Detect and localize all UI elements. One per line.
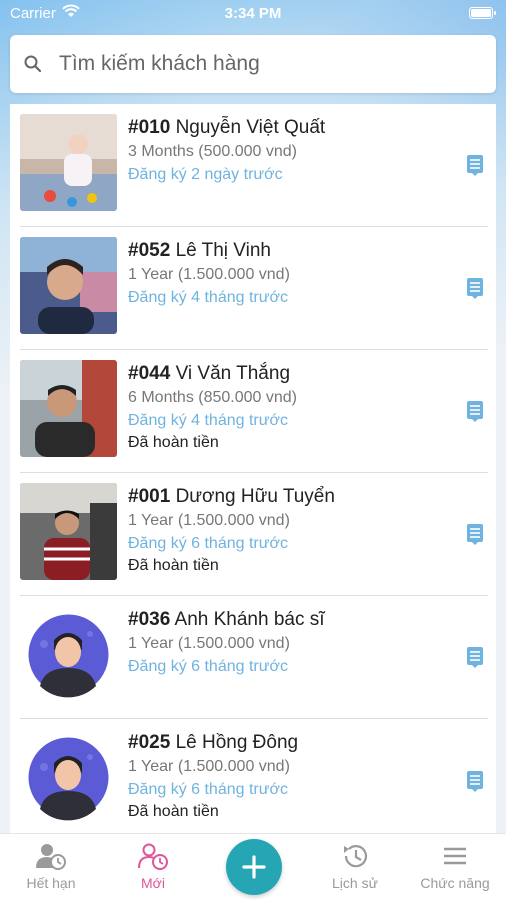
detail-list-icon[interactable] bbox=[466, 523, 484, 545]
customer-avatar bbox=[20, 360, 117, 457]
customer-registered: Đăng ký 2 ngày trước bbox=[128, 166, 283, 183]
default-avatar-icon bbox=[20, 606, 117, 703]
default-avatar-icon bbox=[20, 729, 117, 826]
customer-avatar bbox=[20, 483, 117, 580]
customer-id: #036 bbox=[128, 609, 171, 630]
customer-plan: 1 Year (1.500.000 vnd) bbox=[128, 266, 290, 283]
customer-name: Anh Khánh bác sĩ bbox=[174, 609, 325, 630]
customer-avatar bbox=[20, 114, 117, 211]
customer-row[interactable]: #044 Vi Văn Thắng 6 Months (850.000 vnd)… bbox=[20, 350, 488, 473]
tab-label: Mới bbox=[141, 875, 165, 891]
tab-label: Chức năng bbox=[420, 875, 490, 891]
customer-plan: 1 Year (1.500.000 vnd) bbox=[128, 635, 290, 652]
add-customer-button[interactable] bbox=[226, 839, 282, 895]
customer-id: #052 bbox=[128, 240, 171, 261]
status-time: 3:34 PM bbox=[224, 5, 282, 22]
detail-list-icon[interactable] bbox=[466, 277, 484, 299]
customer-plan: 1 Year (1.500.000 vnd) bbox=[128, 758, 290, 775]
customer-registered: Đăng ký 6 tháng trước bbox=[128, 535, 288, 552]
menu-icon bbox=[444, 847, 466, 865]
search-icon bbox=[24, 55, 42, 73]
tab-label: Hết hạn bbox=[26, 875, 76, 891]
customer-registered: Đăng ký 6 tháng trước bbox=[128, 658, 288, 675]
customer-row[interactable]: #010 Nguyễn Việt Quất 3 Months (500.000 … bbox=[20, 104, 488, 227]
bottom-tab-bar: Hết hạn Mới Lịch sử Chức năng bbox=[0, 833, 506, 900]
customer-name: Nguyễn Việt Quất bbox=[175, 117, 326, 138]
customer-id: #044 bbox=[128, 363, 171, 384]
detail-list-icon[interactable] bbox=[466, 646, 484, 668]
tab-new[interactable]: Mới bbox=[103, 842, 203, 891]
customer-name: Vi Văn Thắng bbox=[175, 363, 291, 384]
customer-row[interactable]: #036 Anh Khánh bác sĩ 1 Year (1.500.000 … bbox=[20, 596, 488, 719]
customer-id: #010 bbox=[128, 117, 171, 138]
customer-avatar bbox=[20, 237, 117, 334]
status-bar: Carrier 3:34 PM bbox=[0, 0, 506, 28]
plus-icon bbox=[242, 855, 266, 879]
customer-row[interactable]: #052 Lê Thị Vinh 1 Year (1.500.000 vnd) … bbox=[20, 227, 488, 350]
customer-plan: 1 Year (1.500.000 vnd) bbox=[128, 512, 290, 529]
customer-list[interactable]: #010 Nguyễn Việt Quất 3 Months (500.000 … bbox=[10, 104, 496, 833]
customer-name: Lê Hồng Đông bbox=[175, 732, 299, 753]
customer-refund-status: Đã hoàn tiền bbox=[128, 803, 219, 820]
customer-plan: 6 Months (850.000 vnd) bbox=[128, 389, 297, 406]
customer-id: #001 bbox=[128, 486, 171, 507]
detail-list-icon[interactable] bbox=[466, 154, 484, 176]
detail-list-icon[interactable] bbox=[466, 400, 484, 422]
customer-refund-status: Đã hoàn tiền bbox=[128, 557, 219, 574]
tab-label: Lịch sử bbox=[332, 875, 378, 891]
tab-functions[interactable]: Chức năng bbox=[405, 842, 505, 891]
user-new-icon bbox=[138, 843, 168, 870]
customer-plan: 3 Months (500.000 vnd) bbox=[128, 143, 297, 160]
customer-id: #025 bbox=[128, 732, 171, 753]
search-bar[interactable] bbox=[10, 35, 496, 93]
customer-registered: Đăng ký 6 tháng trước bbox=[128, 781, 288, 798]
tab-expired[interactable]: Hết hạn bbox=[1, 842, 101, 891]
customer-name: Dương Hữu Tuyển bbox=[175, 486, 335, 507]
tab-history[interactable]: Lịch sử bbox=[305, 842, 405, 891]
customer-row[interactable]: #001 Dương Hữu Tuyển 1 Year (1.500.000 v… bbox=[20, 473, 488, 596]
customer-refund-status: Đã hoàn tiền bbox=[128, 434, 219, 451]
search-input[interactable] bbox=[59, 52, 459, 76]
customer-registered: Đăng ký 4 tháng trước bbox=[128, 412, 288, 429]
battery-icon bbox=[469, 7, 496, 19]
customer-name: Lê Thị Vinh bbox=[175, 240, 271, 261]
detail-list-icon[interactable] bbox=[466, 770, 484, 792]
customer-row[interactable]: #025 Lê Hồng Đông 1 Year (1.500.000 vnd)… bbox=[20, 719, 488, 833]
user-clock-icon bbox=[36, 844, 66, 870]
customer-registered: Đăng ký 4 tháng trước bbox=[128, 289, 288, 306]
history-icon bbox=[344, 845, 368, 868]
